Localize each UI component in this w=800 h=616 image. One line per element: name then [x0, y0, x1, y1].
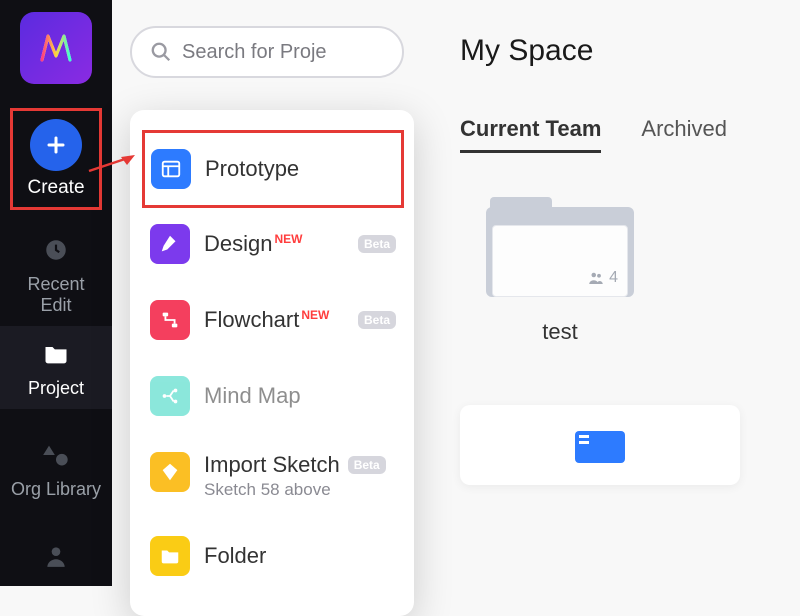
flowchart-label: Flowchart [204, 307, 299, 332]
flowchart-beta-badge: Beta [358, 311, 396, 329]
menu-prototype[interactable]: Prototype [142, 130, 404, 208]
clock-icon [38, 232, 74, 268]
menu-design[interactable]: DesignNEW Beta [144, 206, 402, 282]
folder-name: test [460, 319, 660, 345]
recent-label-2: Edit [40, 295, 71, 316]
search-icon [150, 41, 172, 63]
create-dropdown: Prototype DesignNEW Beta FlowchartNEW Be… [130, 110, 414, 616]
project-label: Project [28, 378, 84, 399]
folder-member-count: 4 [587, 269, 618, 287]
import-sketch-subtitle: Sketch 58 above [204, 480, 396, 500]
folder-thumbnail: 4 [486, 197, 634, 297]
pen-icon [150, 224, 190, 264]
create-button[interactable]: Create [17, 115, 94, 203]
main-content: My Space Current Team Archived 4 test [422, 0, 800, 586]
prototype-icon [151, 149, 191, 189]
folder-label: Folder [204, 543, 266, 569]
left-nav-rail: Create Recent Edit Project Org Library [0, 0, 112, 586]
person-icon [38, 538, 74, 574]
design-label: Design [204, 231, 272, 256]
menu-folder[interactable]: Folder [144, 518, 402, 594]
sketch-icon [150, 452, 190, 492]
nav-org-library[interactable]: Org Library [0, 427, 112, 510]
nav-project[interactable]: Project [0, 326, 112, 409]
search-placeholder: Search for Proje [182, 41, 327, 64]
project-thumbnail-icon [565, 427, 635, 463]
app-logo[interactable] [20, 12, 92, 84]
design-new-badge: NEW [274, 232, 302, 246]
page-title: My Space [460, 34, 796, 68]
mindmap-label: Mind Map [204, 383, 301, 409]
project-card[interactable] [460, 405, 740, 485]
tab-archived[interactable]: Archived [641, 116, 727, 153]
logo-icon [34, 26, 78, 70]
plus-icon [30, 119, 82, 171]
shapes-icon [38, 437, 74, 473]
middle-panel: Search for Proje Prototype DesignNEW Bet… [112, 0, 422, 586]
people-icon [587, 269, 605, 287]
nav-recent-edit[interactable]: Recent Edit [0, 222, 112, 326]
recent-label-1: Recent [27, 274, 84, 295]
search-input[interactable]: Search for Proje [130, 26, 404, 78]
folder-count: 4 [609, 269, 618, 287]
import-sketch-label: Import Sketch [204, 452, 340, 478]
folder-icon [150, 536, 190, 576]
menu-mindmap[interactable]: Mind Map [144, 358, 402, 434]
folder-icon [38, 336, 74, 372]
folder-card[interactable]: 4 test [460, 197, 660, 345]
tab-current-team[interactable]: Current Team [460, 116, 601, 153]
flowchart-icon [150, 300, 190, 340]
menu-flowchart[interactable]: FlowchartNEW Beta [144, 282, 402, 358]
create-label: Create [27, 177, 84, 199]
annotation-arrow [85, 155, 135, 175]
design-beta-badge: Beta [358, 235, 396, 253]
prototype-label: Prototype [205, 156, 299, 182]
menu-import-sketch[interactable]: Import Sketch Beta Sketch 58 above [144, 434, 402, 518]
mindmap-icon [150, 376, 190, 416]
org-label: Org Library [11, 479, 101, 500]
nav-profile[interactable] [0, 528, 112, 584]
import-sketch-beta-badge: Beta [348, 456, 386, 474]
flowchart-new-badge: NEW [301, 308, 329, 322]
tabs: Current Team Archived [460, 116, 796, 153]
